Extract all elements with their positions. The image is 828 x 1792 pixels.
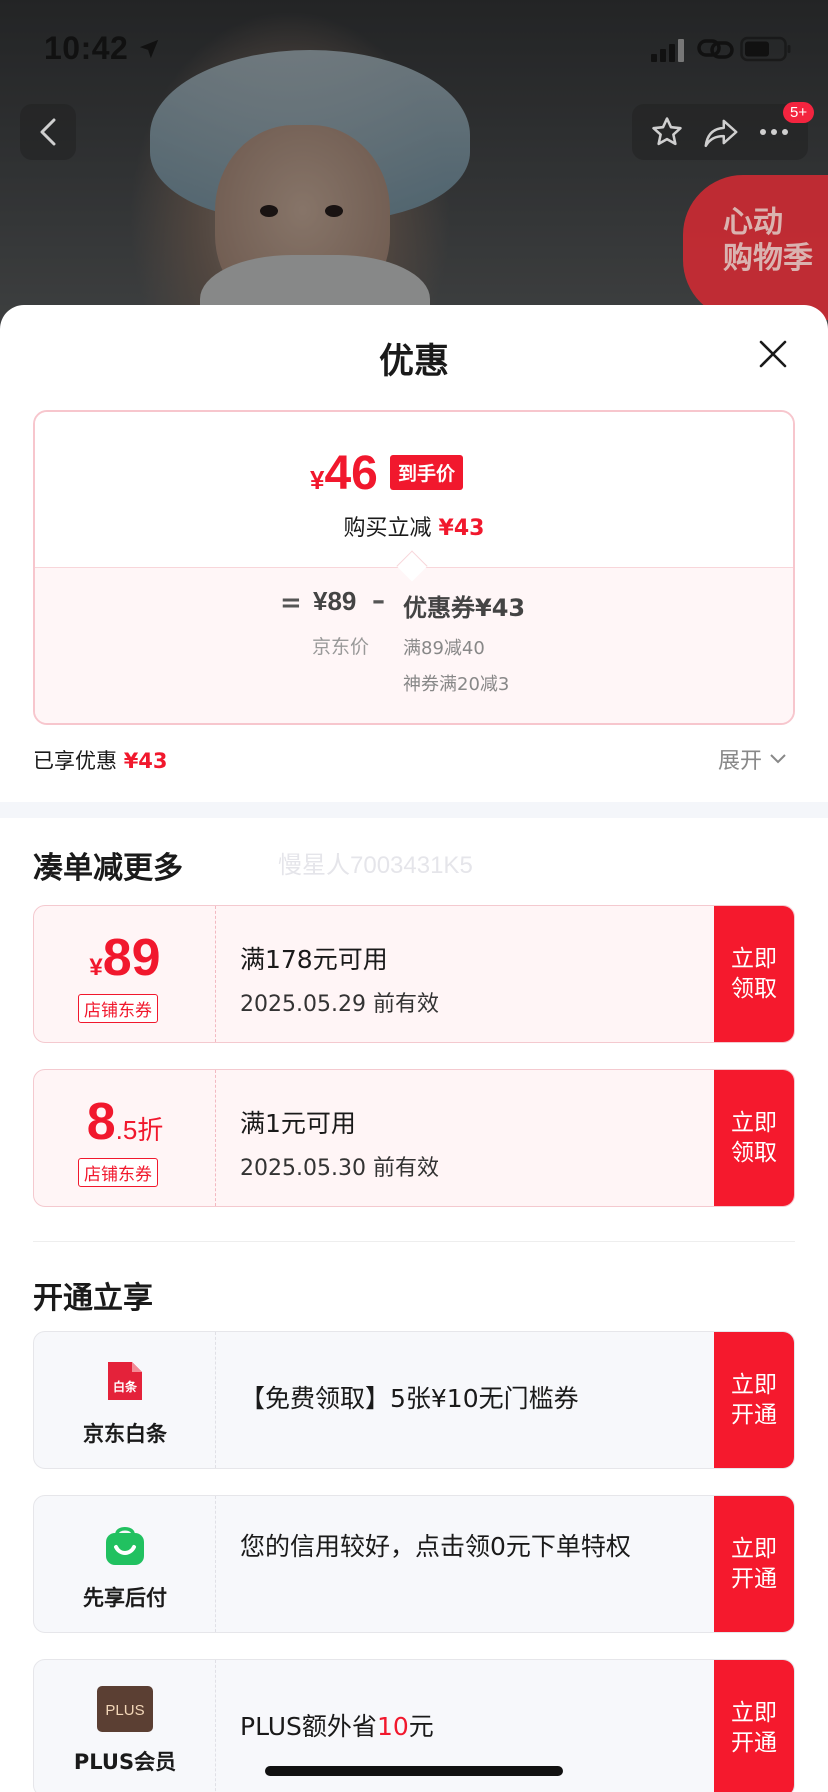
jd-price: ¥89 — [313, 586, 357, 616]
back-button[interactable] — [20, 104, 76, 160]
service-description: 您的信用较好，点击领0元下单特权 — [240, 1532, 631, 1561]
section-title-services: 开通立享 — [33, 1281, 153, 1316]
coupon-condition: 满1元可用 — [240, 1109, 356, 1138]
discount-sheet: 优惠 ¥46 到手价 购买立减 ¥43 = ¥89 京东价 – 优惠券¥43 满… — [0, 305, 828, 1792]
chevron-left-icon — [40, 118, 56, 146]
promo-line-2: 购物季 — [723, 241, 813, 276]
activate-button[interactable]: 立即开通 — [714, 1332, 794, 1468]
status-bar: 10:42 — [0, 0, 828, 100]
service-card-baitiao: 白条 京东白条 【免费领取】5张¥10无门槛券 立即开通 — [33, 1331, 795, 1469]
star-favorite-icon[interactable] — [650, 115, 684, 149]
coupon-condition: 满178元可用 — [240, 945, 388, 974]
cellular-signal-icon — [651, 39, 684, 62]
service-name: 京东白条 — [83, 1422, 167, 1446]
expand-label: 展开 — [718, 749, 763, 774]
location-arrow-icon — [139, 39, 159, 59]
coupon-total: 优惠券¥43 — [403, 594, 526, 622]
claim-coupon-button[interactable]: 立即领取 — [714, 1070, 794, 1206]
service-description: 【免费领取】5张¥10无门槛券 — [240, 1384, 579, 1413]
coupon-card: 8.5折 店铺东券 满1元可用 2025.05.30 前有效 立即领取 — [33, 1069, 795, 1207]
price-breakdown-card: ¥46 到手价 购买立减 ¥43 = ¥89 京东价 – 优惠券¥43 满89减… — [33, 410, 795, 725]
minus-sign: – — [372, 586, 385, 616]
coupon-rule: 满89减40 — [403, 638, 485, 659]
battery-icon — [740, 36, 791, 62]
service-name: 先享后付 — [83, 1586, 167, 1610]
plus-logo-icon: PLUS — [97, 1686, 153, 1732]
svg-text:白条: 白条 — [113, 1379, 138, 1394]
activate-button[interactable]: 立即开通 — [714, 1660, 794, 1792]
final-price-tag: 到手价 — [390, 455, 464, 490]
svg-text:PLUS: PLUS — [105, 1702, 144, 1719]
message-badge: 5+ — [783, 102, 815, 123]
service-card-xianxiang: 先享后付 您的信用较好，点击领0元下单特权 立即开通 — [33, 1495, 795, 1633]
shopping-bag-icon — [106, 1527, 144, 1565]
status-time: 10:42 — [44, 30, 129, 66]
coupon-type-tag: 店铺东券 — [78, 994, 158, 1023]
coupon-amount: ¥89 — [89, 929, 161, 987]
promo-banner[interactable]: 心动 购物季 — [683, 175, 828, 320]
section-title-coupons: 凑单减更多 — [33, 851, 183, 886]
more-icon[interactable] — [758, 127, 790, 137]
coupon-card: ¥89 店铺东券 满178元可用 2025.05.29 前有效 立即领取 — [33, 905, 795, 1043]
enjoyed-discount: 已享优惠 ¥43 — [33, 749, 168, 773]
instant-discount: 购买立减 ¥43 — [343, 516, 485, 541]
share-icon[interactable] — [703, 115, 739, 149]
baitiao-logo-icon: 白条 — [108, 1362, 142, 1400]
equals-sign: = — [280, 588, 302, 618]
service-name: PLUS会员 — [73, 1750, 177, 1774]
claim-coupon-button[interactable]: 立即领取 — [714, 906, 794, 1042]
coupon-validity: 2025.05.29 前有效 — [240, 992, 439, 1017]
expand-toggle[interactable]: 展开 — [718, 743, 786, 775]
top-action-group — [632, 104, 808, 160]
coupon-amount: 8.5折 — [86, 1093, 164, 1151]
close-icon[interactable] — [756, 337, 790, 371]
watermark: 慢星人7003431K5 — [278, 852, 473, 879]
coupon-validity: 2025.05.30 前有效 — [240, 1156, 439, 1181]
coupon-rule: 神券满20减3 — [403, 674, 510, 695]
coupon-type-tag: 店铺东券 — [78, 1158, 158, 1187]
chevron-down-icon — [770, 754, 786, 764]
promo-line-1: 心动 — [723, 205, 783, 240]
service-description: PLUS额外省10元 — [240, 1712, 434, 1741]
hotspot-link-icon — [697, 39, 734, 59]
activate-button[interactable]: 立即开通 — [714, 1496, 794, 1632]
jd-price-label: 京东价 — [312, 636, 370, 658]
home-indicator — [265, 1766, 563, 1776]
sheet-title: 优惠 — [378, 342, 449, 382]
final-price: ¥46 — [310, 447, 378, 500]
